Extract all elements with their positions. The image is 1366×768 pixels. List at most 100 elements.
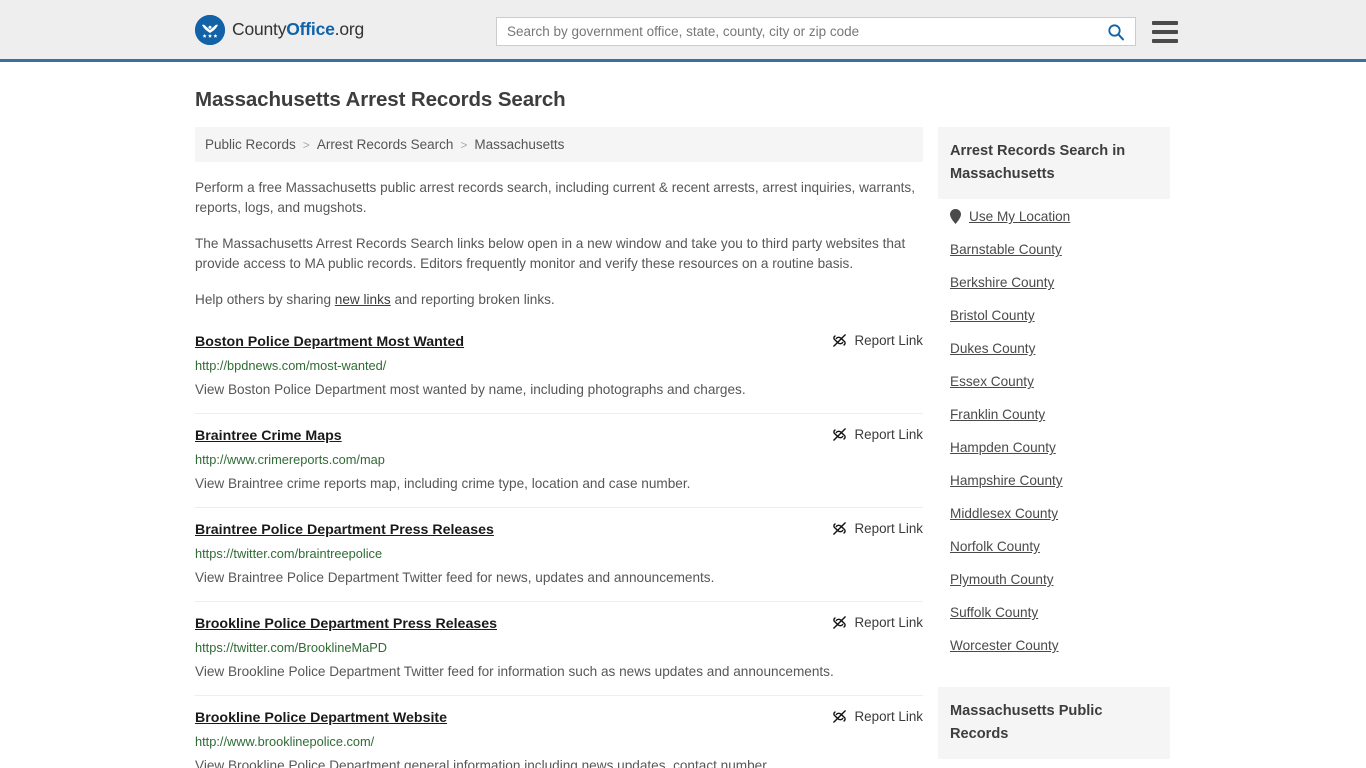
sidebar-item-county[interactable]: Berkshire County xyxy=(950,265,1158,298)
sidebar-item-county[interactable]: Hampden County xyxy=(950,430,1158,463)
header-search-area xyxy=(496,17,1178,46)
result-item: Brookline Police Department Website Repor… xyxy=(195,708,923,768)
sidebar-item-label[interactable]: Essex County xyxy=(950,374,1034,389)
sidebar-item-label[interactable]: Norfolk County xyxy=(950,539,1040,554)
result-item: Brookline Police Department Press Releas… xyxy=(195,614,923,696)
intro-paragraph-2: The Massachusetts Arrest Records Search … xyxy=(195,236,906,271)
result-item: Braintree Crime Maps Report Link http://ww… xyxy=(195,426,923,508)
report-link-label: Report Link xyxy=(854,427,923,442)
sidebar-links: Use My Location Barnstable County Berkshi… xyxy=(938,199,1170,661)
new-links-link[interactable]: new links xyxy=(335,292,391,307)
sidebar-item-label[interactable]: Worcester County xyxy=(950,638,1059,653)
site-header: CountyOffice.org xyxy=(0,0,1366,62)
sidebar-item-label[interactable]: Bristol County xyxy=(950,308,1035,323)
report-link-button[interactable]: Report Link xyxy=(832,520,923,536)
sidebar-item-label[interactable]: Franklin County xyxy=(950,407,1045,422)
sidebar-item-county[interactable]: Dukes County xyxy=(950,331,1158,364)
result-title-link[interactable]: Brookline Police Department Press Releas… xyxy=(195,614,497,634)
result-url[interactable]: http://www.crimereports.com/map xyxy=(195,451,923,469)
intro-paragraph-1: Perform a free Massachusetts public arre… xyxy=(195,180,915,215)
intro-p3-after: and reporting broken links. xyxy=(390,292,555,307)
sidebar-item-county[interactable]: Suffolk County xyxy=(950,595,1158,628)
sidebar-item-label[interactable]: Hampshire County xyxy=(950,473,1063,488)
sidebar-item-label[interactable]: Plymouth County xyxy=(950,572,1054,587)
result-header: Boston Police Department Most Wanted Repo… xyxy=(195,332,923,352)
main-content: Public Records > Arrest Records Search >… xyxy=(195,127,923,768)
sidebar-item-county[interactable]: Essex County xyxy=(950,364,1158,397)
site-logo[interactable]: CountyOffice.org xyxy=(195,14,364,45)
sidebar-item-label[interactable]: Suffolk County xyxy=(950,605,1038,620)
result-url[interactable]: http://bpdnews.com/most-wanted/ xyxy=(195,357,923,375)
search-box[interactable] xyxy=(496,17,1136,46)
result-description: View Boston Police Department most wante… xyxy=(195,382,746,397)
result-item: Braintree Police Department Press Releas… xyxy=(195,520,923,602)
breadcrumb: Public Records > Arrest Records Search >… xyxy=(195,127,923,162)
broken-link-icon xyxy=(832,615,847,630)
sidebar-item-label[interactable]: Use My Location xyxy=(969,209,1070,224)
result-item: Boston Police Department Most Wanted Repo… xyxy=(195,332,923,414)
search-icon[interactable] xyxy=(1107,23,1125,41)
sidebar-item-label[interactable]: Barnstable County xyxy=(950,242,1062,257)
result-title-link[interactable]: Brookline Police Department Website xyxy=(195,708,447,728)
broken-link-icon xyxy=(832,427,847,442)
page-title: Massachusetts Arrest Records Search xyxy=(195,88,566,111)
sidebar-item-label[interactable]: Dukes County xyxy=(950,341,1035,356)
sidebar-item-county[interactable]: Plymouth County xyxy=(950,562,1158,595)
result-url[interactable]: http://www.brooklinepolice.com/ xyxy=(195,733,923,751)
hamburger-bar xyxy=(1152,38,1178,43)
sidebar-item-county[interactable]: Hampshire County xyxy=(950,463,1158,496)
sidebar-item-use-my-location[interactable]: Use My Location xyxy=(950,199,1158,232)
report-link-button[interactable]: Report Link xyxy=(832,426,923,442)
result-header: Brookline Police Department Press Releas… xyxy=(195,614,923,634)
report-link-button[interactable]: Report Link xyxy=(832,332,923,348)
results-list: Boston Police Department Most Wanted Repo… xyxy=(195,332,923,768)
sidebar-item-county[interactable]: Norfolk County xyxy=(950,529,1158,562)
sidebar-box-title-arrest-records: Arrest Records Search in Massachusetts xyxy=(938,127,1170,199)
sidebar-item-label[interactable]: Hampden County xyxy=(950,440,1056,455)
sidebar-item-county[interactable]: Franklin County xyxy=(950,397,1158,430)
eagle-stars-seal-icon xyxy=(195,14,225,45)
logo-text-office: Office xyxy=(286,19,335,39)
sidebar-item-label[interactable]: Middlesex County xyxy=(950,506,1058,521)
report-link-label: Report Link xyxy=(854,709,923,724)
hamburger-bar xyxy=(1152,29,1178,34)
sidebar-item-label[interactable]: Berkshire County xyxy=(950,275,1054,290)
site-logo-text: CountyOffice.org xyxy=(232,19,364,40)
report-link-label: Report Link xyxy=(854,333,923,348)
broken-link-icon xyxy=(832,333,847,348)
intro-paragraph-3: Help others by sharing new links and rep… xyxy=(195,290,923,310)
result-description: View Brookline Police Department general… xyxy=(195,758,770,768)
report-link-label: Report Link xyxy=(854,615,923,630)
result-description: View Brookline Police Department Twitter… xyxy=(195,664,834,679)
result-description: View Braintree Police Department Twitter… xyxy=(195,570,715,585)
report-link-button[interactable]: Report Link xyxy=(832,708,923,724)
content-columns: Public Records > Arrest Records Search >… xyxy=(195,127,1171,768)
sidebar-item-county[interactable]: Barnstable County xyxy=(950,232,1158,265)
sidebar-item-county[interactable]: Middlesex County xyxy=(950,496,1158,529)
sidebar-item-county[interactable]: Bristol County xyxy=(950,298,1158,331)
breadcrumb-separator: > xyxy=(460,137,468,152)
sidebar-item-county[interactable]: Worcester County xyxy=(950,628,1158,661)
search-input[interactable] xyxy=(507,24,1107,39)
report-link-button[interactable]: Report Link xyxy=(832,614,923,630)
result-title-link[interactable]: Braintree Police Department Press Releas… xyxy=(195,520,494,540)
report-link-label: Report Link xyxy=(854,521,923,536)
breadcrumb-separator: > xyxy=(302,137,310,152)
breadcrumb-item-massachusetts[interactable]: Massachusetts xyxy=(474,137,564,152)
breadcrumb-item-arrest-records-search[interactable]: Arrest Records Search xyxy=(317,137,454,152)
logo-text-county: County xyxy=(232,19,287,39)
sidebar: Arrest Records Search in Massachusetts U… xyxy=(938,127,1170,759)
intro-p3-before: Help others by sharing xyxy=(195,292,335,307)
page-container: Massachusetts Arrest Records Search Publ… xyxy=(0,88,1366,768)
result-url[interactable]: https://twitter.com/BrooklineMaPD xyxy=(195,639,923,657)
hamburger-menu-icon[interactable] xyxy=(1152,20,1178,43)
result-description: View Braintree crime reports map, includ… xyxy=(195,476,691,491)
result-title-link[interactable]: Boston Police Department Most Wanted xyxy=(195,332,464,352)
sidebar-box-title-public-records: Massachusetts Public Records xyxy=(938,687,1170,759)
breadcrumb-item-public-records[interactable]: Public Records xyxy=(205,137,296,152)
hamburger-bar xyxy=(1152,20,1178,25)
result-url[interactable]: https://twitter.com/braintreepolice xyxy=(195,545,923,563)
result-header: Braintree Crime Maps Report Link xyxy=(195,426,923,446)
map-pin-icon xyxy=(950,209,961,224)
result-title-link[interactable]: Braintree Crime Maps xyxy=(195,426,342,446)
